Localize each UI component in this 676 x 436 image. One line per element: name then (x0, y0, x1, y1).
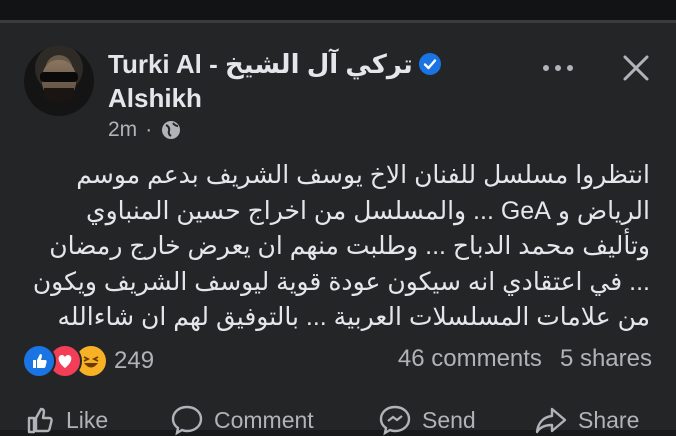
close-icon[interactable] (618, 50, 654, 86)
author-name-arabic: تركي آل الشيخ (225, 49, 413, 79)
avatar-beard (44, 88, 74, 102)
share-label: Share (578, 406, 640, 433)
globe-icon (162, 121, 181, 139)
post-time[interactable]: 2m (108, 118, 137, 142)
send-button[interactable]: Send (378, 404, 476, 436)
post-body: انتظروا مسلسل للفنان الاخ يوسف الشريف بد… (30, 158, 650, 336)
top-bar (0, 0, 676, 20)
post-body-line: الرياض و GeA ... والمسلسل من اخراج حسين … (86, 196, 650, 225)
share-icon (535, 407, 567, 434)
reactions-summary[interactable]: 249 (22, 344, 154, 378)
comment-label: Comment (214, 406, 314, 433)
verified-icon (418, 53, 441, 76)
action-bar: Like Comment Send Share (0, 400, 676, 436)
more-icon[interactable] (538, 58, 578, 78)
engagement-stats: 46 comments 5 shares (398, 345, 652, 373)
like-icon (27, 407, 53, 434)
like-label: Like (66, 406, 109, 433)
like-button[interactable]: Like (24, 404, 108, 436)
like-reaction-icon (22, 344, 56, 378)
meta-separator: · (145, 118, 153, 141)
author-name-latin: Turki Al - (108, 49, 225, 79)
avatar[interactable] (24, 46, 94, 116)
comment-button[interactable]: Comment (170, 404, 314, 436)
shares-count[interactable]: 5 shares (560, 345, 652, 373)
author-name-line1[interactable]: Turki Al - تركي آل الشيخ (108, 48, 441, 80)
comment-icon (171, 405, 203, 436)
author-name-line2: Alshikh (108, 83, 202, 113)
post-body-line: ... في اعتقادي انه سيكون عودة قوية ليوسف… (32, 267, 650, 296)
reaction-count: 249 (114, 347, 155, 374)
post-body-line: من علامات المسلسلات العربية ... بالتوفيق… (57, 303, 650, 331)
post-meta: 2m · (108, 118, 182, 142)
post-body-line: وتأليف محمد الدباح ... وطلبت منهم ان يعر… (49, 232, 650, 260)
send-icon (379, 405, 411, 436)
comments-count[interactable]: 46 comments (398, 345, 542, 373)
share-button[interactable]: Share (534, 404, 639, 436)
send-label: Send (422, 406, 476, 433)
avatar-glasses (40, 72, 78, 82)
post-body-line: انتظروا مسلسل للفنان الاخ يوسف الشريف بد… (76, 161, 650, 189)
